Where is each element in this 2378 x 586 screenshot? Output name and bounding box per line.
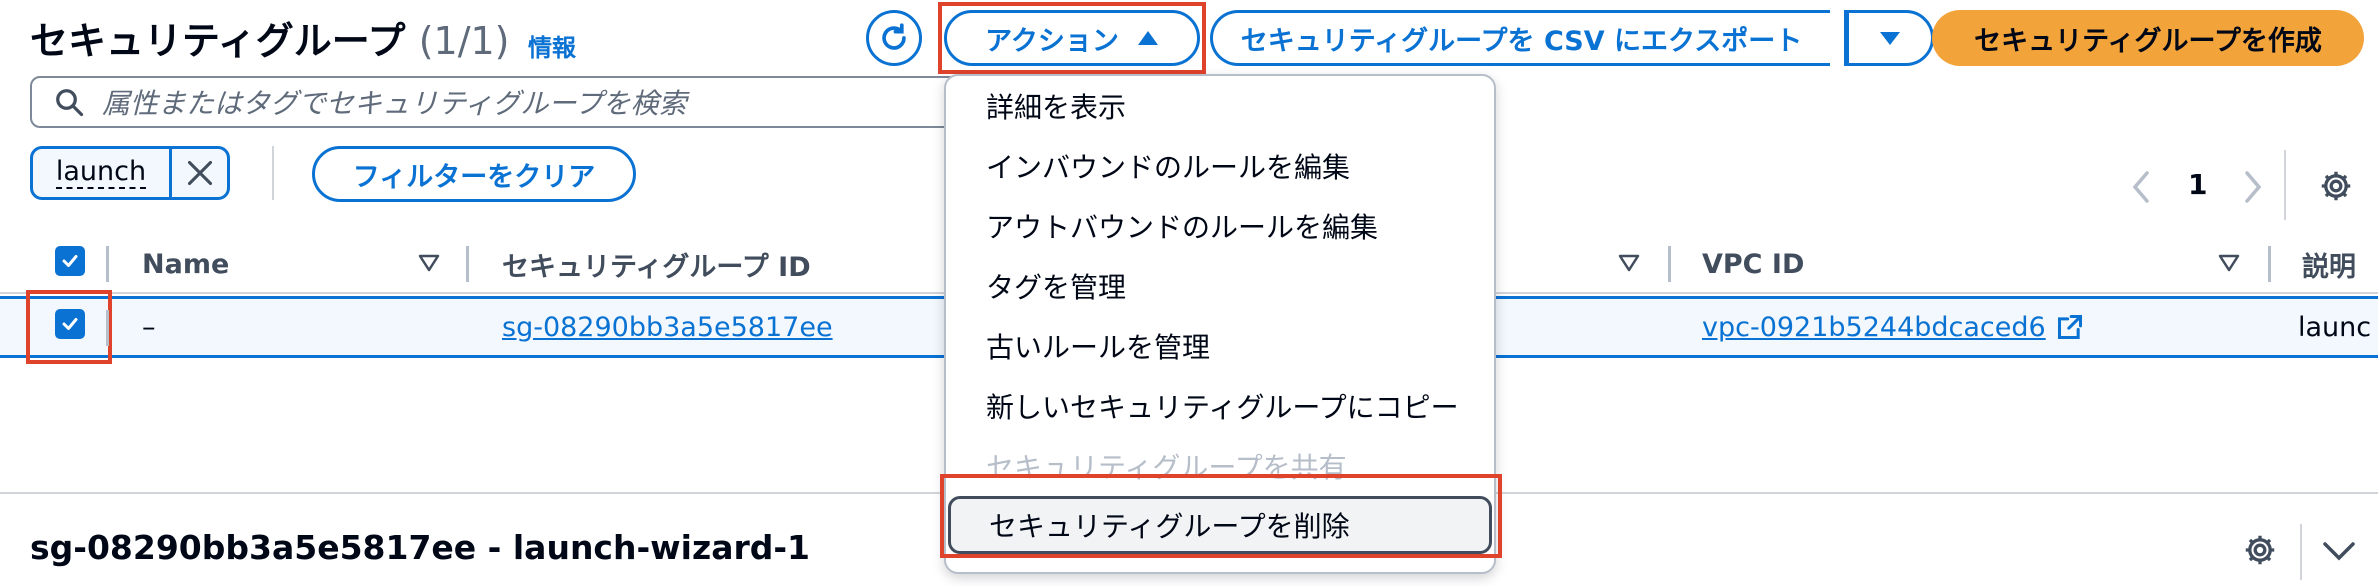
external-link-icon: [2057, 314, 2082, 340]
column-header-description[interactable]: 説明: [2302, 240, 2356, 288]
export-csv-label: セキュリティグループを CSV にエクスポート: [1240, 25, 1803, 57]
table-settings-button[interactable]: [2318, 168, 2354, 208]
cell-name: –: [142, 311, 156, 343]
column-divider: [2268, 246, 2271, 282]
sort-vpc-button[interactable]: [2218, 254, 2240, 276]
actions-highlight: [938, 2, 1206, 74]
gear-icon: [2245, 535, 2275, 565]
sort-icon: [1618, 254, 1640, 272]
column-header-sg-id[interactable]: セキュリティグループ ID: [502, 240, 811, 288]
sort-column-button[interactable]: [1618, 254, 1640, 276]
panel-divider-vertical: [2300, 524, 2302, 580]
filter-divider: [272, 146, 274, 200]
prev-page-button[interactable]: [2130, 170, 2152, 208]
search-icon: [56, 89, 84, 117]
gear-icon: [2321, 171, 2351, 201]
caret-down-icon: [1880, 32, 1900, 45]
current-page[interactable]: 1: [2188, 168, 2207, 201]
column-header-name[interactable]: Name: [142, 240, 229, 288]
menu-item-manage-stale-rules[interactable]: 古いルールを管理: [986, 326, 1210, 366]
sort-icon: [2218, 254, 2240, 272]
column-divider: [106, 310, 109, 346]
menu-item-edit-inbound-rules[interactable]: インバウンドのルールを編集: [986, 146, 1350, 186]
menu-item-edit-outbound-rules[interactable]: アウトバウンドのルールを編集: [986, 206, 1378, 246]
refresh-icon: [882, 23, 906, 50]
filter-token-label[interactable]: launch: [33, 149, 172, 197]
info-link[interactable]: 情報: [528, 28, 576, 63]
menu-item-copy-to-new-group[interactable]: 新しいセキュリティグループにコピー: [986, 386, 1459, 426]
selection-count: (1/1): [418, 19, 510, 63]
menu-item-view-details[interactable]: 詳細を表示: [986, 86, 1126, 126]
filter-token: launch: [30, 146, 230, 200]
chevron-right-icon: [2245, 171, 2262, 203]
collapse-panel-button[interactable]: [2322, 540, 2356, 566]
sort-icon: [418, 254, 440, 272]
chevron-left-icon: [2132, 171, 2149, 203]
create-security-group-button[interactable]: セキュリティグループを作成: [1932, 10, 2364, 66]
export-divider: [1844, 10, 1847, 66]
search-input[interactable]: 属性またはタグでセキュリティグループを検索: [30, 76, 1010, 128]
row-checkbox-highlight: [26, 290, 112, 364]
close-icon: [187, 160, 212, 186]
column-divider: [466, 246, 469, 282]
export-csv-button[interactable]: セキュリティグループを CSV にエクスポート: [1210, 10, 1830, 66]
column-divider: [1668, 246, 1671, 282]
select-all-checkbox[interactable]: [55, 246, 85, 276]
menu-item-manage-tags[interactable]: タグを管理: [986, 266, 1126, 306]
export-dropdown-button[interactable]: [1846, 10, 1934, 66]
remove-filter-button[interactable]: [172, 149, 227, 197]
chevron-down-icon: [2323, 542, 2355, 561]
column-header-vpc-id[interactable]: VPC ID: [1702, 240, 1804, 288]
page-title-text: セキュリティグループ: [30, 19, 406, 63]
next-page-button[interactable]: [2242, 170, 2264, 208]
page-title: セキュリティグループ (1/1): [30, 10, 510, 65]
vpc-id-link[interactable]: vpc-0921b5244bdcaced6: [1702, 312, 2046, 343]
sort-name-button[interactable]: [418, 254, 440, 276]
clear-filters-button[interactable]: フィルターをクリア: [312, 146, 636, 202]
panel-settings-button[interactable]: [2242, 532, 2278, 572]
column-divider: [106, 246, 109, 282]
check-icon: [62, 255, 78, 267]
search-placeholder: 属性またはタグでセキュリティグループを検索: [102, 87, 687, 120]
refresh-button[interactable]: [866, 10, 922, 66]
cell-description: launc: [2298, 311, 2372, 343]
cell-vpc-id: vpc-0921b5244bdcaced6: [1702, 296, 2084, 358]
delete-highlight: [940, 474, 1502, 558]
detail-panel-title: sg-08290bb3a5e5817ee - launch-wizard-1: [30, 528, 811, 567]
cell-sg-id-link[interactable]: sg-08290bb3a5e5817ee: [502, 296, 833, 358]
pager-divider: [2284, 150, 2286, 220]
